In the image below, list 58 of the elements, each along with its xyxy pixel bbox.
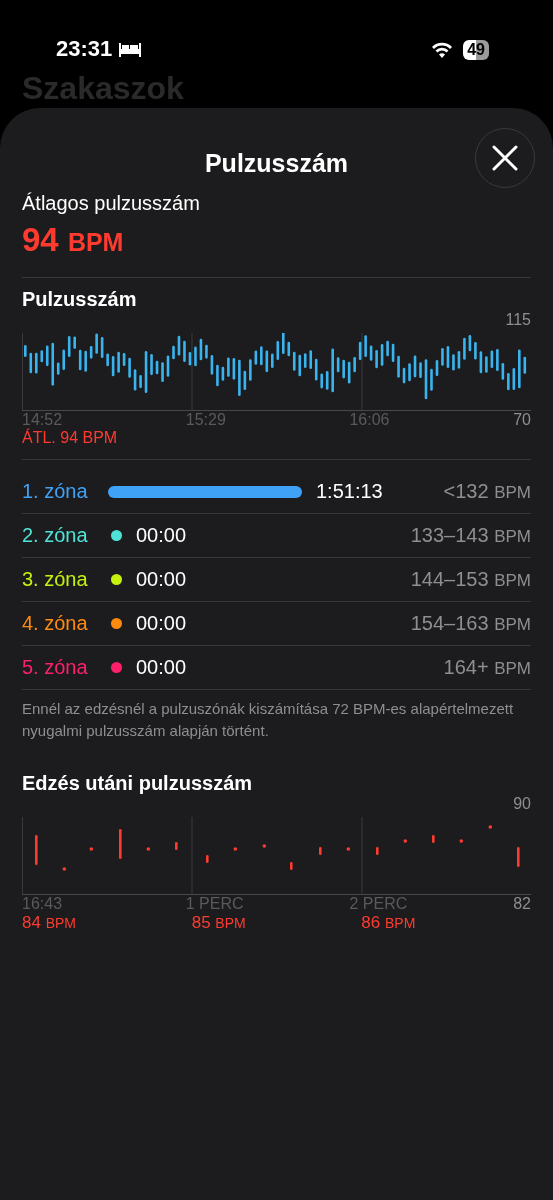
- range-bar: [35, 835, 38, 865]
- zone-time: 00:00: [136, 612, 187, 635]
- average-value: 94 BPM: [22, 221, 125, 259]
- zone-label: 2. zóna: [22, 524, 89, 547]
- data-point: [89, 847, 94, 851]
- battery-indicator: 49: [463, 40, 489, 60]
- axis-label: 82: [513, 895, 531, 913]
- sheet-title: Pulzusszám: [204, 148, 349, 178]
- data-point: [459, 839, 464, 843]
- axis-label: 16:06: [349, 411, 390, 428]
- zone-time: 1:51:13: [316, 480, 383, 503]
- recovery-value: 84 BPM: [22, 913, 76, 932]
- zone-range: 144–153 BPM: [410, 568, 531, 591]
- zone-range: 154–163 BPM: [410, 612, 531, 635]
- axis-label: 14:52: [22, 411, 63, 428]
- range-bar: [517, 847, 520, 867]
- data-point: [488, 825, 493, 829]
- axis-label: 2 PERC: [349, 895, 409, 913]
- data-point: [403, 839, 408, 843]
- close-icon: [492, 145, 518, 171]
- axis-label: 15:29: [185, 411, 226, 428]
- data-point: [146, 847, 151, 851]
- footnote: Ennél az edzésnél a pulzuszónák kiszámítása 72 BPM-es alapértelmezett nyugalmi pulzusszám alapján történt.: [22, 699, 515, 741]
- range-bar: [319, 847, 322, 855]
- range-bar: [175, 842, 178, 850]
- zone-time: 00:00: [136, 568, 187, 591]
- zone-range: 164+ BPM: [443, 656, 531, 679]
- zone-time: 00:00: [136, 524, 187, 547]
- recovery-value: 86 BPM: [361, 913, 416, 932]
- data-point: [346, 847, 351, 851]
- section-title: Pulzusszám: [22, 288, 138, 311]
- data-point: [62, 867, 67, 871]
- zone-label: 5. zóna: [22, 656, 89, 679]
- average-caption: ÁTL. 94 BPM: [22, 429, 118, 446]
- axis-label: 16:43: [22, 895, 64, 913]
- zone-label: 3. zóna: [22, 568, 89, 591]
- range-bar: [206, 855, 209, 863]
- axis-label: 70: [513, 411, 531, 429]
- wifi-icon: [431, 42, 454, 58]
- range-bar: [290, 862, 293, 870]
- zone-time: 00:00: [136, 656, 187, 679]
- section-title: Edzés utáni pulzusszám: [22, 772, 254, 795]
- data-point: [262, 844, 267, 848]
- range-bar: [432, 835, 435, 843]
- axis-label: 115: [505, 311, 531, 328]
- average-label: Átlagos pulzusszám: [22, 192, 200, 214]
- data-point: [233, 847, 238, 851]
- zone-label: 4. zóna: [22, 612, 89, 635]
- recovery-value: 85 BPM: [191, 913, 246, 932]
- zone-label: 1. zóna: [22, 480, 89, 503]
- range-bar: [119, 829, 122, 859]
- status-time: 23:31: [56, 36, 113, 62]
- range-bar: [376, 847, 379, 855]
- zone-range: 133–143 BPM: [410, 524, 531, 547]
- axis-label: 1 PERC: [185, 895, 245, 913]
- axis-label: 90: [513, 795, 531, 812]
- bed-icon: [118, 41, 143, 57]
- zone-range: <132 BPM: [443, 480, 531, 503]
